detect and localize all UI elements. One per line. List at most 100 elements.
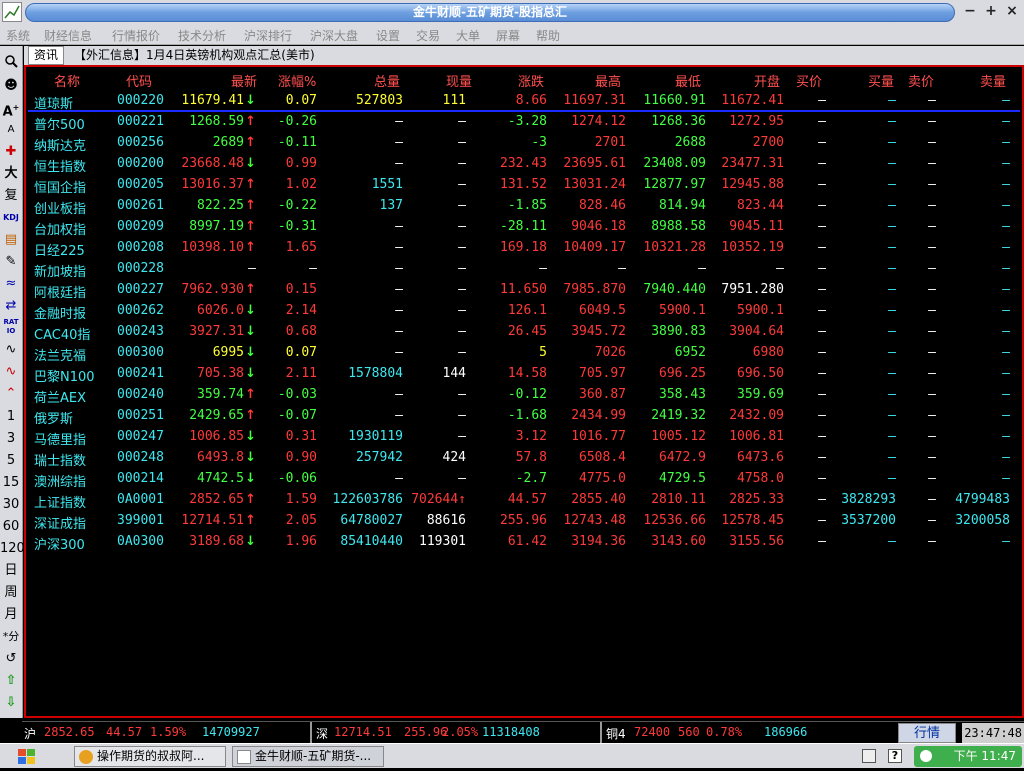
- col-open[interactable]: 开盘: [754, 71, 780, 90]
- period-1min[interactable]: 1: [0, 407, 22, 428]
- cell-cur: —: [458, 114, 466, 129]
- table-row[interactable]: 荷兰AEX 000240 ↑ 359.74 -0.03 — — -0.12 360.87 358.…: [26, 385, 1022, 406]
- table-row[interactable]: 恒生指数 000200 ↓ 23668.48 0.99 — — 232.43 23695.61 2…: [26, 154, 1022, 175]
- col-code[interactable]: 代码: [126, 71, 152, 90]
- cell-low: 5900.1: [659, 303, 706, 318]
- table-row[interactable]: CAC40指 000243 ↓ 3927.31 0.68 — — 26.45 3945.72 38…: [26, 322, 1022, 343]
- menu-ranking[interactable]: 沪深排行: [244, 27, 292, 44]
- cell-last: 6493.8: [197, 450, 244, 465]
- period-week[interactable]: 周: [0, 583, 22, 604]
- period-60min[interactable]: 60: [0, 517, 22, 538]
- cell-askv: —: [1002, 261, 1010, 276]
- table-row[interactable]: 阿根廷指 000227 ↑ 7962.930 0.15 — — 11.650 7985.870 7…: [26, 280, 1022, 301]
- pen-icon[interactable]: ✎: [0, 252, 22, 273]
- help-icon[interactable]: ?: [888, 749, 902, 763]
- table-row[interactable]: 金融时报 000262 ↓ 6026.0 2.14 — — 126.1 6049.5 5900.1…: [26, 301, 1022, 322]
- menu-screen[interactable]: 屏幕: [496, 27, 520, 44]
- table-row[interactable]: 日经225 000208 ↑ 10398.10 1.65 — — 169.18 10409.17…: [26, 238, 1022, 259]
- period-3min[interactable]: 3: [0, 429, 22, 450]
- period-custom-min[interactable]: *分: [0, 627, 22, 648]
- task-browser[interactable]: 操作期货的叔叔阿...: [74, 746, 226, 767]
- arrow-down-icon[interactable]: ⇩: [0, 693, 22, 714]
- maximize-icon[interactable]: +: [983, 4, 999, 20]
- menu-settings[interactable]: 设置: [376, 27, 400, 44]
- compare-icon[interactable]: ⇄: [0, 296, 22, 317]
- col-ask[interactable]: 卖价: [908, 71, 934, 90]
- period-5min[interactable]: 5: [0, 451, 22, 472]
- period-30min[interactable]: 30: [0, 495, 22, 516]
- period-day[interactable]: 日: [0, 561, 22, 582]
- cell-pct: 0.07: [285, 93, 317, 108]
- app-logo-icon: [237, 750, 251, 764]
- col-askv[interactable]: 卖量: [980, 71, 1006, 90]
- table-row[interactable]: 法兰克福 000300 ↓ 6995 0.07 — — 5 7026 6952 6980 — — — —: [26, 343, 1022, 364]
- period-15min[interactable]: 15: [0, 473, 22, 494]
- font-smaller-icon[interactable]: A: [0, 120, 22, 141]
- kdj-icon[interactable]: KDJ: [0, 208, 22, 229]
- big-icon[interactable]: 大: [0, 164, 22, 185]
- crosshair-icon[interactable]: ✚: [0, 142, 22, 163]
- line-chart-icon[interactable]: ∿: [0, 362, 22, 383]
- col-low[interactable]: 最低: [675, 71, 701, 90]
- tick-chart-icon[interactable]: ⌃: [0, 384, 22, 405]
- col-bid[interactable]: 买价: [796, 71, 822, 90]
- col-chg[interactable]: 涨跌: [518, 71, 544, 90]
- cell-cur: —: [458, 324, 466, 339]
- table-row[interactable]: 深证成指 399001 ↑ 12714.51 2.05 64780027 88616 255.…: [26, 511, 1022, 532]
- col-name[interactable]: 名称: [54, 71, 80, 90]
- keyboard-icon[interactable]: [862, 749, 876, 763]
- table-row[interactable]: 俄罗斯 000251 ↑ 2429.65 -0.07 — — -1.68 2434.99 2419…: [26, 406, 1022, 427]
- col-last[interactable]: 最新: [231, 71, 257, 90]
- ratio-icon[interactable]: RAT IO: [0, 318, 22, 339]
- minimize-icon[interactable]: −: [962, 4, 978, 20]
- menu-system[interactable]: 系统: [6, 27, 30, 44]
- menu-market[interactable]: 沪深大盘: [310, 27, 358, 44]
- search-icon[interactable]: [0, 54, 22, 75]
- table-row[interactable]: 巴黎N100 000241 ↓ 705.38 2.11 1578804 144 14.58 70…: [26, 364, 1022, 385]
- table-row[interactable]: 普尔500 000221 ↑ 1268.59 -0.26 — — -3.28 1274.12 12…: [26, 112, 1022, 133]
- col-bidv[interactable]: 买量: [868, 71, 894, 90]
- table-row[interactable]: 创业板指 000261 ↑ 822.25 -0.22 137 — -1.85 828.46 814…: [26, 196, 1022, 217]
- col-vol[interactable]: 总量: [374, 71, 400, 90]
- tab-news[interactable]: 资讯: [28, 46, 65, 65]
- wave-icon[interactable]: ∿: [0, 340, 22, 361]
- refresh-icon[interactable]: ↺: [0, 649, 22, 670]
- table-row[interactable]: 沪深300 0A0300 ↓ 3189.68 1.96 85410440 119301 61.…: [26, 532, 1022, 553]
- restore-icon[interactable]: 复: [0, 186, 22, 207]
- table-row[interactable]: 恒国企指 000205 ↑ 13016.37 1.02 1551 — 131.52 13031.…: [26, 175, 1022, 196]
- table-row[interactable]: 马德里指 000247 ↓ 1006.85 0.31 1930119 — 3.12 1016.7…: [26, 427, 1022, 448]
- tray-icon[interactable]: [920, 750, 932, 762]
- table-row[interactable]: 澳洲综指 000214 ↓ 4742.5 -0.06 — — -2.7 4775.0 4729.5…: [26, 469, 1022, 490]
- period-month[interactable]: 月: [0, 605, 22, 626]
- cell-code: 000261: [117, 198, 164, 213]
- table-row[interactable]: 上证指数 0A0001 ↑ 2852.65 1.59 122603786 702644↑ 44…: [26, 490, 1022, 511]
- news-headline[interactable]: 【外汇信息】1月4日英镑机构观点汇总(美市): [74, 46, 315, 65]
- menu-tech-analysis[interactable]: 技术分析: [178, 27, 226, 44]
- cell-chg: 126.1: [507, 303, 547, 318]
- col-cur[interactable]: 现量: [446, 71, 472, 90]
- menu-finance-info[interactable]: 财经信息: [44, 27, 92, 44]
- menu-quotes[interactable]: 行情报价: [112, 27, 160, 44]
- col-high[interactable]: 最高: [595, 71, 621, 90]
- indicator-icon[interactable]: ▤: [0, 230, 22, 251]
- menu-trade[interactable]: 交易: [416, 27, 440, 44]
- table-row[interactable]: 道琼斯 000220 ↓ 11679.41 0.07 527803 111 8.66 11697…: [26, 91, 1022, 112]
- period-120min[interactable]: 120: [0, 539, 25, 560]
- col-pct[interactable]: 涨幅%: [278, 71, 316, 90]
- table-row[interactable]: 瑞士指数 000248 ↓ 6493.8 0.90 257942 424 57.8 6508.4…: [26, 448, 1022, 469]
- table-row[interactable]: 新加坡指 000228 — — — — — — — — — — — —: [26, 259, 1022, 280]
- table-row[interactable]: 纳斯达克 000256 ↑ 2689 -0.11 — — -3 2701 2688 2700 — — — —: [26, 133, 1022, 154]
- close-icon[interactable]: ×: [1004, 4, 1020, 20]
- taskbar: 操作期货的叔叔阿... 金牛财顺-五矿期货-... ? 下午 11:47: [0, 743, 1024, 768]
- start-button[interactable]: [4, 746, 54, 767]
- task-app[interactable]: 金牛财顺-五矿期货-...: [232, 746, 384, 767]
- menu-help[interactable]: 帮助: [536, 27, 560, 44]
- trend-chart-icon[interactable]: ≈: [0, 274, 22, 295]
- arrow-up-icon[interactable]: ⇧: [0, 671, 22, 692]
- menu-bigorder[interactable]: 大单: [456, 27, 480, 44]
- stock-pick-icon[interactable]: ☻: [0, 76, 22, 97]
- quote-button[interactable]: 行情: [898, 723, 956, 743]
- font-larger-icon[interactable]: A+: [0, 98, 22, 119]
- table-row[interactable]: 台加权指 000209 ↑ 8997.19 -0.31 — — -28.11 9046.18 89…: [26, 217, 1022, 238]
- cell-name: 法兰克福: [34, 349, 87, 364]
